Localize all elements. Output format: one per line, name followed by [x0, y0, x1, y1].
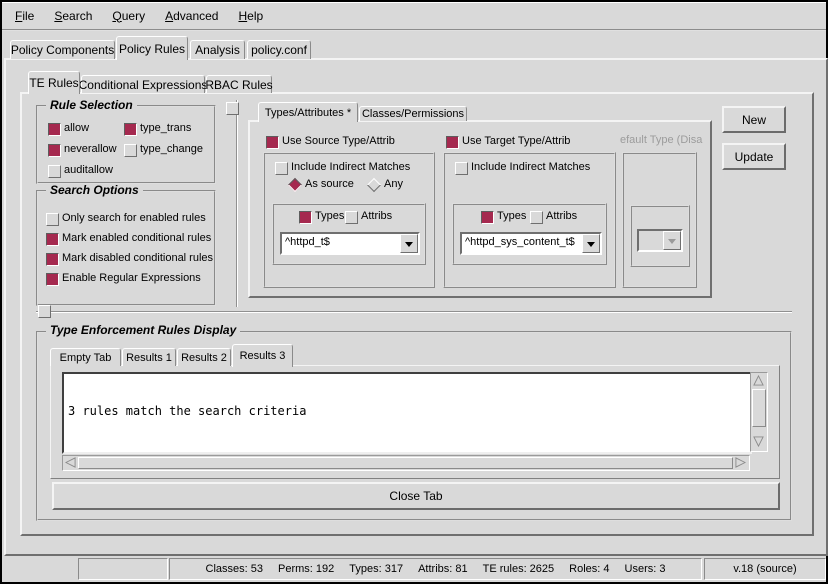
tab-analysis[interactable]: Analysis: [190, 40, 245, 59]
checkbox-regex[interactable]: [46, 273, 59, 286]
rule-selection-title: Rule Selection: [46, 99, 137, 112]
status-version: v.18 (source): [704, 558, 826, 580]
tab-results-3[interactable]: Results 3: [232, 344, 293, 367]
dropdown-arrow-icon: [663, 231, 681, 250]
status-stat: Perms: 192: [278, 563, 334, 575]
tab-results-2[interactable]: Results 2: [177, 348, 231, 366]
update-button[interactable]: Update: [722, 143, 786, 170]
checkbox-use-source[interactable]: [266, 136, 279, 149]
status-stat: TE rules: 2625: [483, 563, 555, 575]
results-display-title: Type Enforcement Rules Display: [46, 324, 240, 337]
status-segment-empty: [78, 558, 168, 580]
results-horizontal-scrollbar[interactable]: [62, 455, 750, 471]
checkbox-target-types[interactable]: [481, 211, 494, 224]
tab-te-rules[interactable]: TE Rules: [28, 71, 80, 94]
tab-results-1[interactable]: Results 1: [122, 348, 176, 366]
checkbox-target-attribs-label[interactable]: Attribs: [546, 210, 577, 223]
checkbox-auditallow-label[interactable]: auditallow: [64, 164, 113, 177]
scroll-down-arrow-icon[interactable]: [752, 435, 764, 447]
checkbox-mark-enabled[interactable]: [46, 233, 59, 246]
scrollbar-thumb[interactable]: [78, 457, 733, 469]
vertical-sash[interactable]: [236, 100, 238, 307]
tab-classes-permissions[interactable]: Classes/Permissions: [359, 106, 467, 121]
horizontal-sash[interactable]: [36, 311, 792, 313]
search-options-title: Search Options: [46, 184, 143, 197]
checkbox-use-target-label[interactable]: Use Target Type/Attrib: [462, 135, 570, 148]
default-type-label: efault Type (Disa: [620, 134, 708, 147]
status-stat: Attribs: 81: [418, 563, 468, 575]
checkbox-only-enabled-label[interactable]: Only search for enabled rules: [62, 212, 206, 225]
checkbox-target-attribs[interactable]: [530, 211, 543, 224]
tab-empty-tab[interactable]: Empty Tab: [50, 348, 121, 366]
vertical-sash-handle[interactable]: [226, 102, 239, 115]
checkbox-source-types[interactable]: [299, 211, 312, 224]
checkbox-mark-disabled[interactable]: [46, 253, 59, 266]
tab-types-attributes[interactable]: Types/Attributes *: [258, 102, 358, 122]
menu-advanced[interactable]: Advanced: [162, 8, 221, 24]
horizontal-sash-handle[interactable]: [38, 305, 51, 318]
status-stat: Roles: 4: [569, 563, 609, 575]
default-type-combobox: [637, 229, 683, 252]
source-type-combobox[interactable]: ^httpd_t$: [280, 232, 420, 255]
checkbox-mark-disabled-label[interactable]: Mark disabled conditional rules: [62, 252, 213, 265]
statusbar-stats: Classes: 53 Perms: 192 Types: 317 Attribs: …: [169, 558, 702, 580]
status-stat: Classes: 53: [206, 563, 263, 575]
dropdown-arrow-icon[interactable]: [582, 234, 600, 253]
apol-window: File Search Query Advanced Help Policy C…: [0, 0, 828, 584]
checkbox-type-trans[interactable]: [124, 123, 137, 136]
tab-policy-conf[interactable]: policy.conf: [247, 40, 311, 59]
menu-help[interactable]: Help: [235, 8, 266, 24]
scroll-right-arrow-icon[interactable]: [734, 456, 746, 468]
radio-as-source-label[interactable]: As source: [305, 178, 354, 191]
checkbox-allow[interactable]: [48, 123, 61, 136]
scroll-up-arrow-icon[interactable]: [752, 374, 764, 386]
checkbox-source-types-label[interactable]: Types: [315, 210, 344, 223]
menu-file[interactable]: File: [12, 8, 37, 24]
target-type-combobox[interactable]: ^httpd_sys_content_t$: [460, 232, 602, 255]
checkbox-use-source-label[interactable]: Use Source Type/Attrib: [282, 135, 395, 148]
checkbox-allow-label[interactable]: allow: [64, 122, 89, 135]
checkbox-type-change[interactable]: [124, 144, 137, 157]
blank-line: [68, 446, 746, 454]
new-button[interactable]: New: [722, 106, 786, 133]
checkbox-neverallow[interactable]: [48, 144, 61, 157]
checkbox-target-indirect-label[interactable]: Include Indirect Matches: [471, 161, 590, 174]
checkbox-source-indirect-label[interactable]: Include Indirect Matches: [291, 161, 410, 174]
checkbox-use-target[interactable]: [446, 136, 459, 149]
status-stat: Users: 3: [625, 563, 666, 575]
scrollbar-thumb[interactable]: [752, 389, 766, 427]
checkbox-neverallow-label[interactable]: neverallow: [64, 143, 117, 156]
results-header: 3 rules match the search criteria: [68, 404, 746, 418]
checkbox-source-indirect[interactable]: [275, 162, 288, 175]
tab-policy-rules[interactable]: Policy Rules: [116, 36, 188, 60]
search-options-frame: [36, 190, 216, 306]
menubar: File Search Query Advanced Help: [2, 2, 826, 31]
default-type-combobox-value: [639, 231, 663, 250]
scroll-left-arrow-icon[interactable]: [64, 456, 76, 468]
source-type-combobox-value[interactable]: ^httpd_t$: [282, 234, 400, 253]
close-tab-button[interactable]: Close Tab: [52, 482, 780, 510]
results-vertical-scrollbar[interactable]: [750, 372, 768, 452]
tab-rbac-rules[interactable]: RBAC Rules: [206, 75, 272, 93]
checkbox-source-attribs-label[interactable]: Attribs: [361, 210, 392, 223]
checkbox-type-trans-label[interactable]: type_trans: [140, 122, 191, 135]
menu-query[interactable]: Query: [109, 8, 148, 24]
menu-search[interactable]: Search: [51, 8, 95, 24]
status-stat: Types: 317: [349, 563, 403, 575]
checkbox-regex-label[interactable]: Enable Regular Expressions: [62, 272, 201, 285]
checkbox-source-attribs[interactable]: [345, 211, 358, 224]
target-type-combobox-value[interactable]: ^httpd_sys_content_t$: [462, 234, 582, 253]
radio-any-label[interactable]: Any: [384, 178, 403, 191]
checkbox-target-types-label[interactable]: Types: [497, 210, 526, 223]
tab-conditional-expressions[interactable]: Conditional Expressions: [81, 75, 205, 93]
dropdown-arrow-icon[interactable]: [400, 234, 418, 253]
checkbox-type-change-label[interactable]: type_change: [140, 143, 203, 156]
tab-policy-components[interactable]: Policy Components: [10, 40, 115, 59]
results-text[interactable]: 3 rules match the search criteria (5822)…: [62, 372, 752, 454]
checkbox-auditallow[interactable]: [48, 165, 61, 178]
checkbox-target-indirect[interactable]: [455, 162, 468, 175]
checkbox-mark-enabled-label[interactable]: Mark enabled conditional rules: [62, 232, 211, 245]
checkbox-only-enabled[interactable]: [46, 213, 59, 226]
